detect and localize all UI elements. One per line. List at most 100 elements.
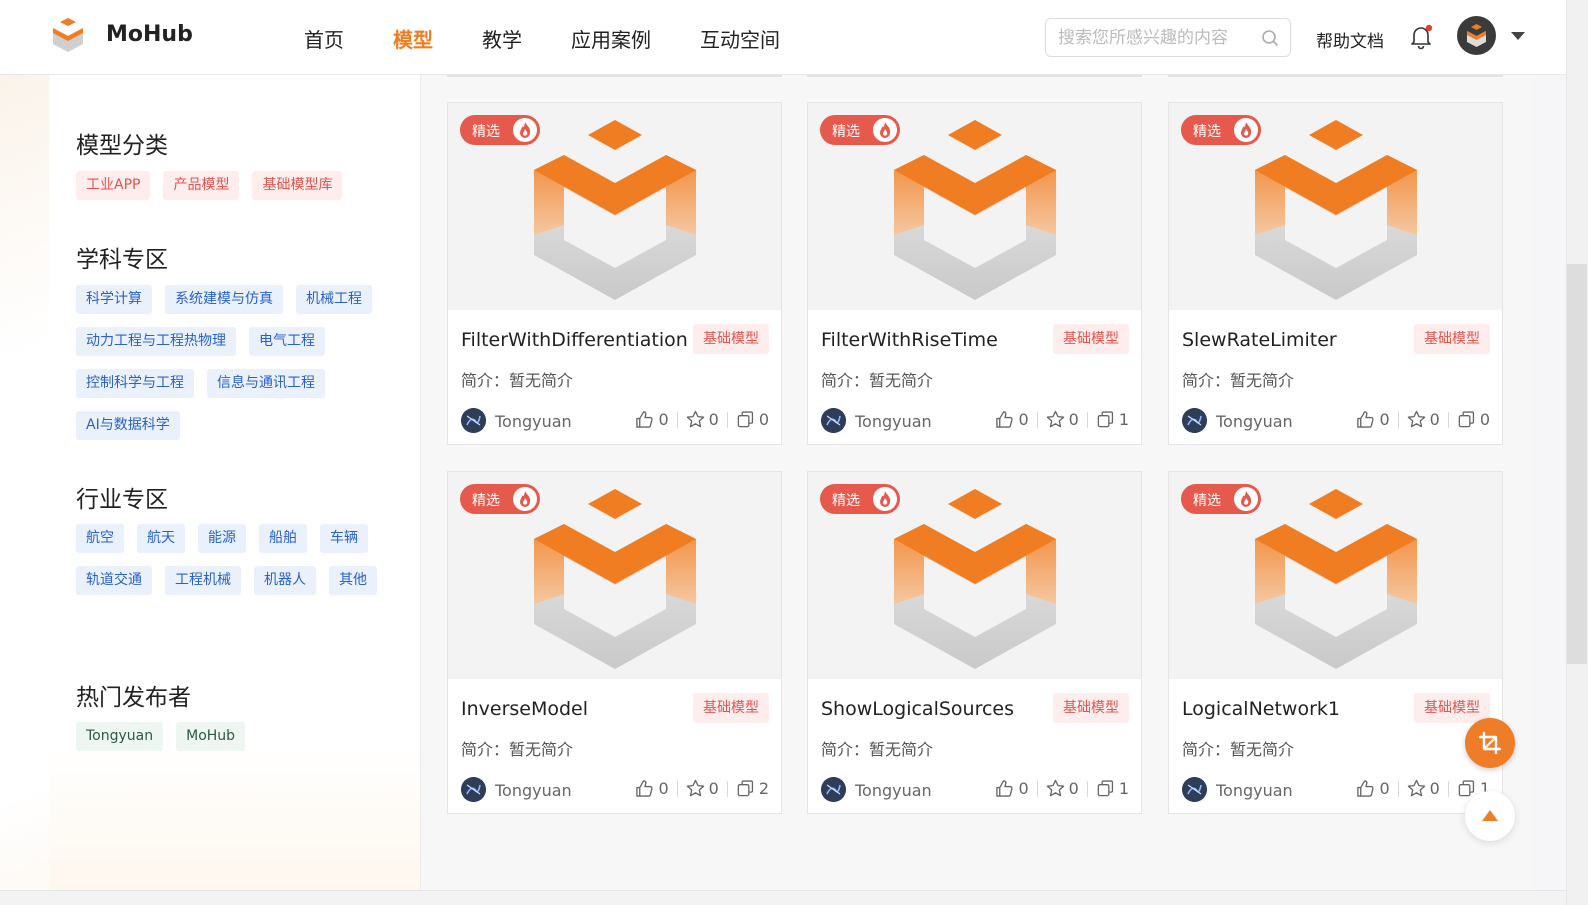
tag-electrical[interactable]: 电气工程 [249, 327, 325, 356]
star-stat[interactable]: 0 [1407, 410, 1440, 429]
search-icon[interactable] [1261, 29, 1279, 47]
author-name[interactable]: Tongyuan [1216, 412, 1293, 431]
author-name[interactable]: Tongyuan [495, 781, 572, 800]
tag-vehicle[interactable]: 车辆 [320, 524, 368, 553]
tag-construction[interactable]: 工程机械 [165, 566, 241, 595]
model-description: 简介：暂无简介 [1182, 740, 1295, 759]
author-avatar[interactable] [821, 777, 846, 802]
prev-card-edge [807, 75, 1142, 77]
model-title[interactable]: ShowLogicalSources [821, 698, 1014, 720]
tag-energy[interactable]: 能源 [198, 524, 246, 553]
tag-ai-data[interactable]: AI与数据科学 [76, 411, 180, 440]
model-type-tag[interactable]: 基础模型 [1053, 324, 1129, 354]
copy-stat[interactable]: 0 [736, 410, 769, 429]
tag-system-modeling[interactable]: 系统建模与仿真 [165, 285, 283, 314]
horizontal-scrollbar[interactable] [0, 890, 1566, 905]
model-card[interactable]: 精选 SlewRateLimiter 基础模型 简介：暂无简介 Tongyuan [1168, 102, 1503, 445]
tag-power-thermal[interactable]: 动力工程与工程热物理 [76, 327, 236, 356]
stat-divider [1036, 780, 1038, 797]
model-title[interactable]: SlewRateLimiter [1182, 329, 1337, 351]
tag-aerospace[interactable]: 航天 [137, 524, 185, 553]
industry-title: 行业专区 [76, 487, 168, 513]
author-avatar[interactable] [1182, 408, 1207, 433]
model-card[interactable]: 精选 FilterWithRiseTime 基础模型 简介：暂无简介 Tongy… [807, 102, 1142, 445]
star-count: 0 [1429, 410, 1440, 429]
search-box [1045, 18, 1291, 57]
stat-divider [1397, 411, 1399, 428]
author-avatar[interactable] [821, 408, 846, 433]
model-title[interactable]: InverseModel [461, 698, 588, 720]
search-input[interactable] [1058, 27, 1248, 49]
like-stat[interactable]: 0 [995, 779, 1029, 798]
like-stat[interactable]: 0 [1356, 779, 1390, 798]
nav-home[interactable]: 首页 [304, 24, 344, 53]
model-card[interactable]: 精选 FilterWithDifferentiation 基础模型 简介：暂无简… [447, 102, 782, 445]
tag-rail[interactable]: 轨道交通 [76, 566, 152, 595]
help-docs-link[interactable]: 帮助文档 [1316, 27, 1384, 52]
user-avatar[interactable] [1457, 16, 1496, 55]
model-card[interactable]: 精选 LogicalNetwork1 基础模型 简介：暂无简介 Tongyuan [1168, 471, 1503, 814]
tag-ship[interactable]: 船舶 [259, 524, 307, 553]
star-stat[interactable]: 0 [1046, 410, 1079, 429]
model-thumbnail: 精选 [1169, 103, 1502, 310]
author-avatar[interactable] [461, 408, 486, 433]
crop-tool-button[interactable] [1465, 718, 1515, 768]
brand-name[interactable]: MoHub [106, 22, 193, 47]
back-to-top-button[interactable] [1465, 791, 1515, 841]
model-title[interactable]: FilterWithRiseTime [821, 329, 998, 351]
like-stat[interactable]: 0 [995, 410, 1029, 429]
tag-publisher-tongyuan[interactable]: Tongyuan [76, 722, 164, 751]
tag-robot[interactable]: 机器人 [254, 566, 316, 595]
model-type-tag[interactable]: 基础模型 [693, 693, 769, 723]
model-type-tag[interactable]: 基础模型 [693, 324, 769, 354]
copy-stat[interactable]: 1 [1096, 779, 1129, 798]
author-avatar[interactable] [461, 777, 486, 802]
model-type-tag[interactable]: 基础模型 [1053, 693, 1129, 723]
nav-community[interactable]: 互动空间 [700, 24, 780, 53]
fire-icon [873, 487, 897, 511]
star-stat[interactable]: 0 [686, 779, 719, 798]
tag-publisher-mohub[interactable]: MoHub [176, 722, 246, 751]
like-stat[interactable]: 0 [1356, 410, 1390, 429]
copy-count: 0 [758, 410, 769, 429]
copy-stat[interactable]: 0 [1457, 410, 1490, 429]
tag-product-model[interactable]: 产品模型 [163, 171, 240, 200]
nav-teaching[interactable]: 教学 [482, 24, 522, 53]
model-title[interactable]: FilterWithDifferentiation [461, 329, 688, 351]
chevron-down-icon[interactable] [1510, 31, 1526, 41]
copy-stat[interactable]: 1 [1096, 410, 1129, 429]
author-name[interactable]: Tongyuan [855, 412, 932, 431]
star-stat[interactable]: 0 [1046, 779, 1079, 798]
tag-base-library[interactable]: 基础模型库 [252, 171, 343, 200]
mohub-logo-icon[interactable] [50, 16, 86, 54]
model-title[interactable]: LogicalNetwork1 [1182, 698, 1340, 720]
tag-scientific-computing[interactable]: 科学计算 [76, 285, 152, 314]
tag-aviation[interactable]: 航空 [76, 524, 124, 553]
scrollbar-thumb[interactable] [1567, 264, 1587, 664]
author-name[interactable]: Tongyuan [495, 412, 572, 431]
model-type-tag[interactable]: 基础模型 [1414, 324, 1490, 354]
like-stat[interactable]: 0 [635, 779, 669, 798]
tag-communication[interactable]: 信息与通讯工程 [207, 369, 325, 398]
author-name[interactable]: Tongyuan [1216, 781, 1293, 800]
tag-other[interactable]: 其他 [329, 566, 377, 595]
bell-icon[interactable] [1409, 24, 1433, 50]
author-avatar[interactable] [1182, 777, 1207, 802]
nav-cases[interactable]: 应用案例 [571, 24, 651, 53]
featured-badge: 精选 [460, 115, 540, 145]
nav-models[interactable]: 模型 [393, 24, 433, 53]
author-name[interactable]: Tongyuan [855, 781, 932, 800]
thumbs-up-icon [636, 411, 653, 428]
model-card[interactable]: 精选 ShowLogicalSources 基础模型 简介：暂无简介 Tongy… [807, 471, 1142, 814]
star-stat[interactable]: 0 [686, 410, 719, 429]
copy-stat[interactable]: 2 [736, 779, 769, 798]
tag-mechanical[interactable]: 机械工程 [296, 285, 372, 314]
featured-badge: 精选 [460, 484, 540, 514]
prev-card-edge [447, 75, 782, 77]
star-stat[interactable]: 0 [1407, 779, 1440, 798]
tag-industrial-app[interactable]: 工业APP [76, 171, 151, 200]
tag-control[interactable]: 控制科学与工程 [76, 369, 194, 398]
star-icon [1046, 410, 1064, 428]
model-card[interactable]: 精选 InverseModel 基础模型 简介：暂无简介 Tongyuan 0 [447, 471, 782, 814]
like-stat[interactable]: 0 [635, 410, 669, 429]
